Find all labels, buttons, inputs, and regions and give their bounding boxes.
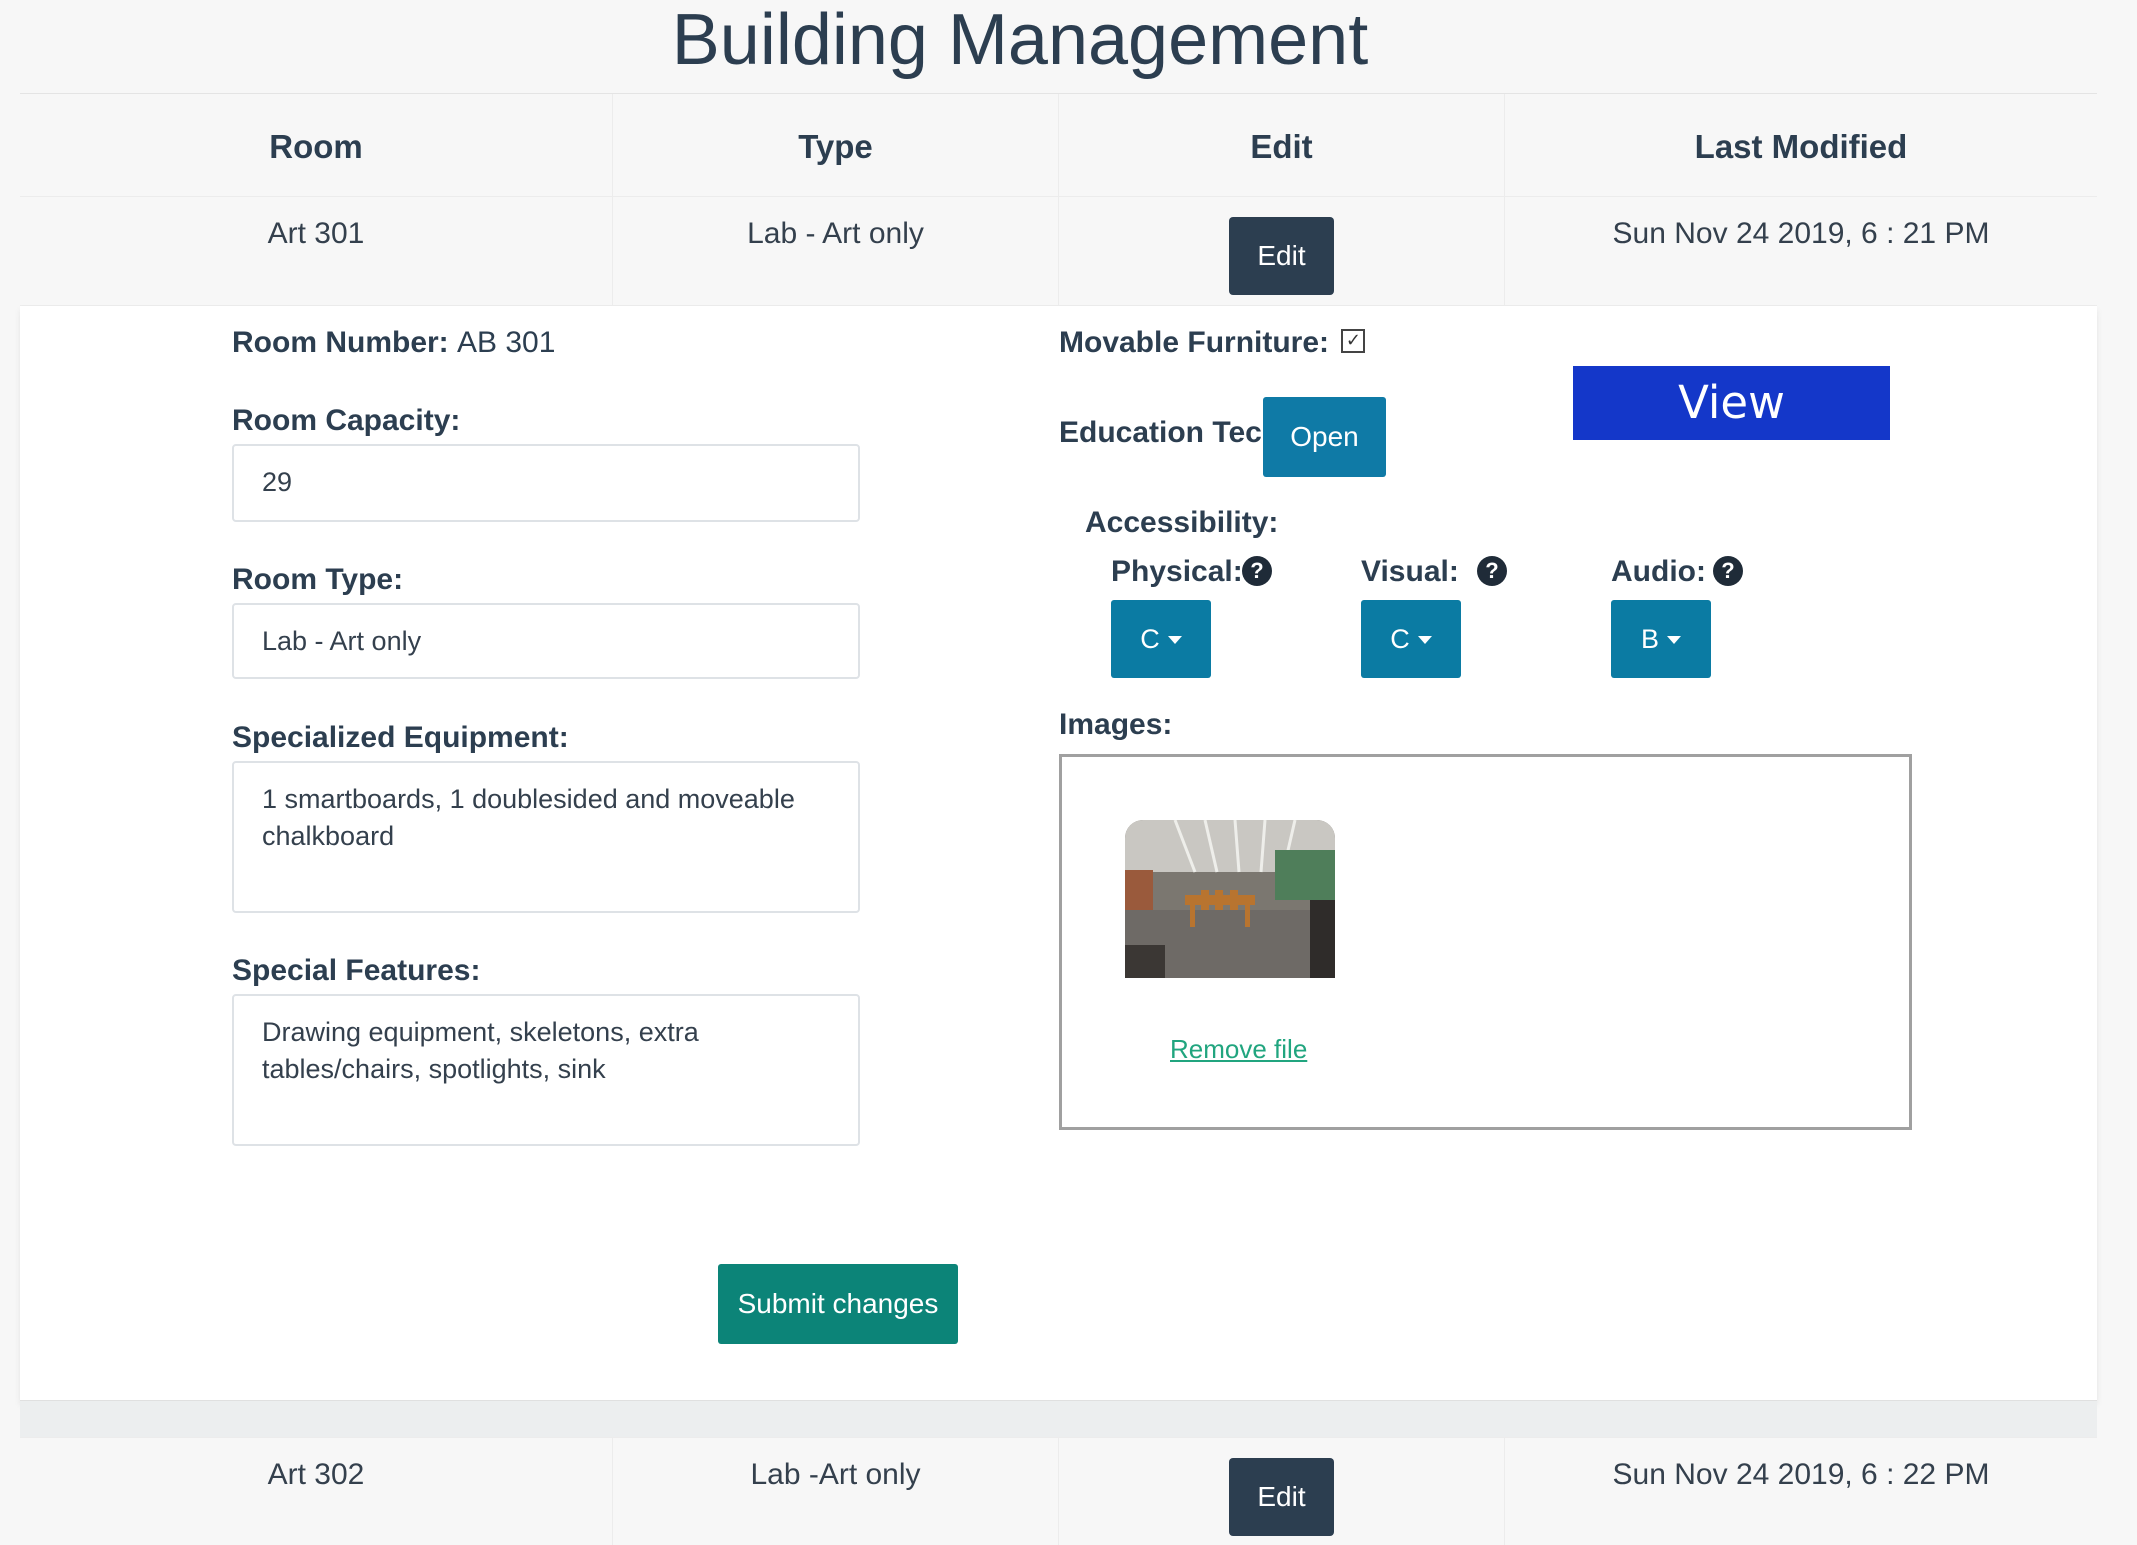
column-header-room: Room [20, 94, 613, 196]
last-modified-cell: Sun Nov 24 2019, 6 : 21 PM [1612, 217, 1990, 250]
accessibility-label: Accessibility: [1085, 506, 1279, 539]
last-modified-cell: Sun Nov 24 2019, 6 : 22 PM [1612, 1458, 1990, 1491]
audio-label: Audio: [1611, 555, 1706, 588]
table-header-row: Room Type Edit Last Modified [20, 94, 2097, 197]
specialized-equipment-label: Specialized Equipment: [232, 721, 569, 754]
table-row: Art 301 Lab - Art only Edit Sun Nov 24 2… [20, 197, 2097, 306]
specialized-equipment-textarea[interactable]: 1 smartboards, 1 doublesided and moveabl… [232, 761, 860, 913]
audio-value: B [1640, 623, 1659, 654]
type-cell: Lab - Art only [613, 197, 1059, 305]
edit-button[interactable]: Edit [1229, 217, 1334, 295]
page: Building Management Room Type Edit Last … [0, 0, 2137, 1545]
view-schedule-button[interactable]: View Schedule [1573, 366, 1890, 503]
room-photo [1125, 820, 1335, 978]
room-capacity-input[interactable]: 29 [232, 444, 860, 522]
visual-label: Visual: [1361, 555, 1459, 588]
physical-value: C [1140, 623, 1160, 654]
visual-help-icon[interactable]: ? [1477, 556, 1507, 586]
movable-furniture-checkbox[interactable]: ✓ [1341, 329, 1366, 354]
images-dropzone[interactable]: Remove file [1059, 754, 1912, 1130]
page-title: Building Management [671, 0, 1369, 80]
room-detail-panel: Room Number: AB 301 Room Capacity: 29 Ro… [20, 306, 2097, 1401]
row-divider [20, 1401, 2097, 1438]
chevron-down-icon [1667, 636, 1681, 645]
visual-dropdown[interactable]: C [1361, 600, 1461, 678]
room-type-input[interactable]: Lab - Art only [232, 603, 860, 679]
special-features-label: Special Features: [232, 954, 481, 987]
edit-cell: Edit [1059, 197, 1505, 305]
physical-help-icon[interactable]: ? [1242, 556, 1272, 586]
room-type-label: Room Type: [232, 563, 404, 596]
room-image-thumbnail[interactable] [1125, 820, 1335, 978]
movable-furniture-field: Movable Furniture: ✓ [1059, 326, 1366, 360]
room-number-label: Room Number: [232, 326, 449, 359]
edit-cell: Edit [1059, 1438, 1505, 1545]
remove-file-link[interactable]: Remove file [1170, 1034, 1307, 1065]
movable-furniture-label: Movable Furniture: [1059, 326, 1330, 359]
audio-help-icon[interactable]: ? [1713, 556, 1743, 586]
table-row: Art 302 Lab -Art only Edit Sun Nov 24 20… [20, 1438, 2097, 1545]
education-tech-open-button[interactable]: Open [1263, 397, 1386, 477]
room-number-field: Room Number: AB 301 [232, 326, 555, 360]
audio-dropdown[interactable]: B [1611, 600, 1711, 678]
room-number-value: AB 301 [457, 326, 556, 359]
physical-label: Physical: [1111, 555, 1243, 588]
column-header-last-modified: Last Modified [1694, 128, 1908, 165]
column-header-type: Type [613, 94, 1059, 196]
room-cell: Art 301 [20, 197, 613, 305]
room-cell: Art 302 [20, 1438, 613, 1545]
edit-button[interactable]: Edit [1229, 1458, 1334, 1536]
images-label: Images: [1059, 708, 1173, 741]
chevron-down-icon [1167, 636, 1182, 645]
column-header-edit: Edit [1059, 94, 1505, 196]
physical-dropdown[interactable]: C [1111, 600, 1211, 678]
submit-changes-button[interactable]: Submit changes [718, 1264, 958, 1344]
rooms-table: Room Type Edit Last Modified Art 301 Lab… [20, 93, 2097, 1545]
special-features-textarea[interactable]: Drawing equipment, skeletons, extra tabl… [232, 994, 860, 1146]
education-tech-label: Education Tech: [1059, 416, 1291, 449]
room-capacity-label: Room Capacity: [232, 404, 461, 437]
visual-value: C [1390, 623, 1410, 654]
chevron-down-icon [1417, 636, 1432, 645]
type-cell: Lab -Art only [613, 1438, 1059, 1545]
